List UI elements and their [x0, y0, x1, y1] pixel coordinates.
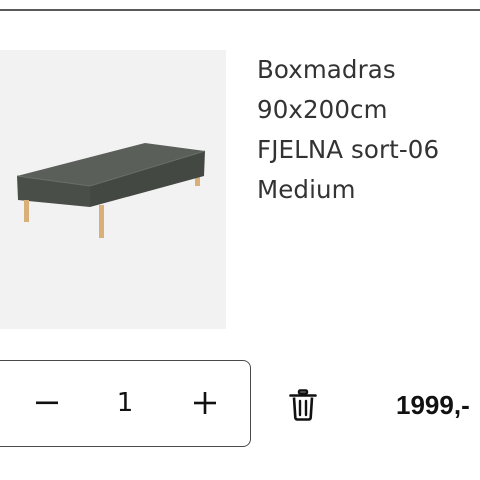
- quantity-stepper: 1: [0, 360, 251, 447]
- leg-front-center: [99, 205, 104, 238]
- product-variant: FJELNA sort-06: [257, 135, 440, 164]
- leg-front-left: [24, 200, 29, 222]
- increment-button[interactable]: [170, 361, 240, 445]
- cart-item: Boxmadras 90x200cm FJELNA sort-06 Medium…: [0, 0, 480, 480]
- trash-icon: [289, 389, 317, 421]
- plus-icon: [194, 392, 216, 414]
- item-price: 1999,-: [396, 390, 470, 420]
- boxmattress-illustration: [16, 143, 206, 238]
- quantity-value[interactable]: 1: [90, 361, 160, 445]
- product-image[interactable]: [0, 50, 226, 329]
- divider: [0, 9, 480, 11]
- product-info: Boxmadras 90x200cm FJELNA sort-06 Medium: [257, 50, 477, 210]
- decrement-button[interactable]: [12, 361, 82, 445]
- minus-icon: [36, 401, 58, 405]
- product-size[interactable]: 90x200cm: [257, 90, 477, 130]
- product-name-line1[interactable]: Boxmadras: [257, 50, 477, 90]
- delete-button[interactable]: [286, 386, 320, 424]
- product-firmness: Medium: [257, 175, 356, 204]
